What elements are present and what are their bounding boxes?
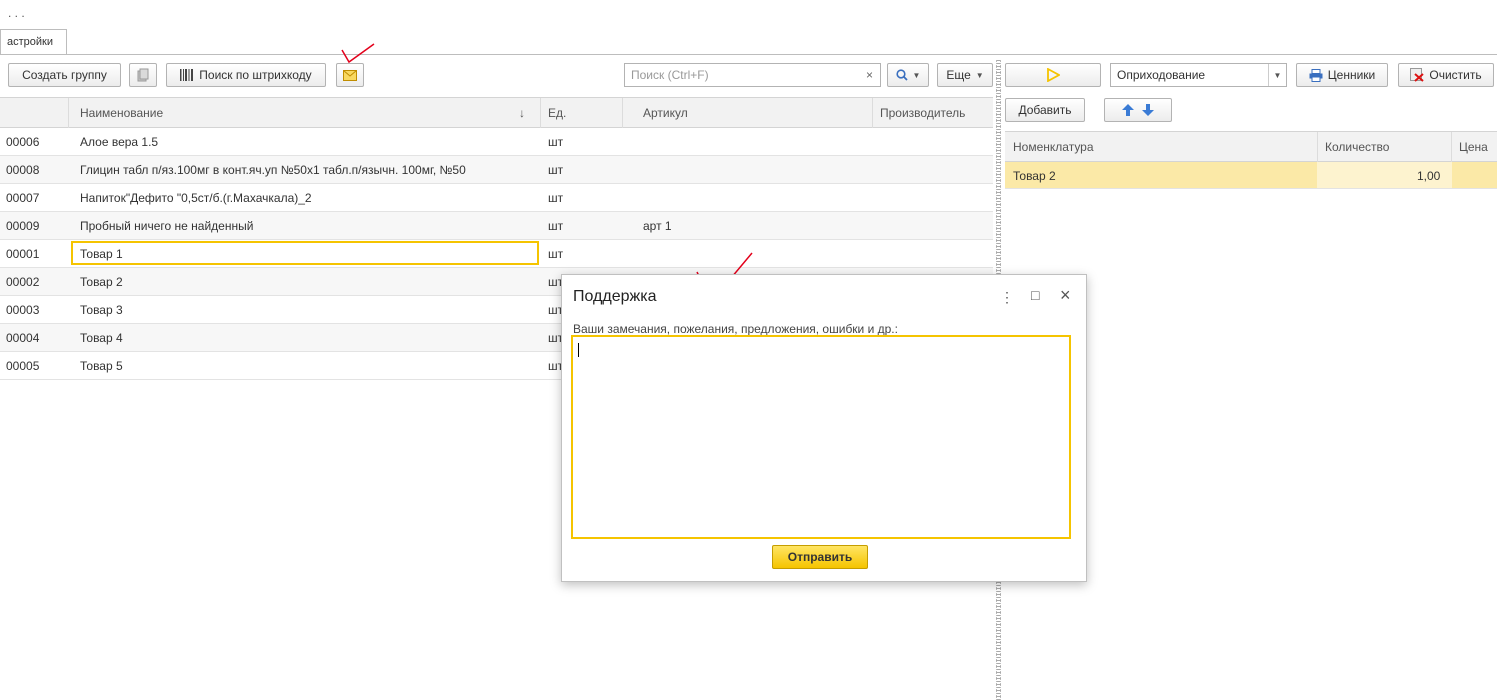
row-code: 00001 [6,247,40,261]
column-article[interactable]: Артикул [643,106,688,120]
column-manufacturer[interactable]: Производитель [880,106,965,120]
row-name: Товар 2 [80,275,123,289]
row-name: Товар 5 [80,359,123,373]
operation-select[interactable]: Оприходование ▼ [1110,63,1287,87]
price-tags-button[interactable]: Ценники [1296,63,1388,87]
dialog-title: Поддержка [573,288,657,305]
table-row[interactable]: 00007 Напиток"Дефито "0,5ст/б.(г.Махачка… [0,184,993,212]
row-code: 00007 [6,191,40,205]
row-name: Пробный ничего не найденный [80,219,254,233]
maximize-icon[interactable]: □ [1031,287,1039,303]
create-group-label: Создать группу [22,68,107,82]
row-name: Товар 4 [80,331,123,345]
row-article: арт 1 [643,219,672,233]
row-name: Товар 1 [80,247,123,261]
move-buttons [1104,98,1172,122]
barcode-search-label: Поиск по штрихкоду [199,68,312,82]
clear-icon [1410,68,1425,82]
row-unit: шт [548,191,564,205]
search-placeholder: Поиск (Ctrl+F) [631,68,709,82]
row-code: 00004 [6,331,40,345]
row-unit: шт [548,135,564,149]
text-cursor [578,343,579,357]
more-label: Еще [946,68,971,82]
row-code: 00003 [6,303,40,317]
feedback-label: Ваши замечания, пожелания, предложения, … [573,322,898,336]
row-unit: шт [548,247,564,261]
create-group-button[interactable]: Создать группу [8,63,121,87]
row-name: Напиток"Дефито "0,5ст/б.(г.Махачкала)_2 [80,191,312,205]
clear-button[interactable]: Очистить [1398,63,1494,87]
dialog-menu-icon[interactable]: ⋮ [1000,289,1014,306]
add-button[interactable]: Добавить [1005,98,1085,122]
play-icon [1047,68,1060,82]
chevron-down-icon: ▼ [975,70,984,80]
search-icon [895,69,908,81]
clear-label: Очистить [1429,68,1482,82]
feedback-textarea[interactable] [571,335,1071,539]
run-button[interactable] [1005,63,1101,87]
search-button[interactable]: ▼ [887,63,929,87]
sort-arrow-icon: ↓ [519,106,525,120]
copy-icon [137,68,149,82]
current-cell-frame[interactable] [71,241,539,265]
doc-table-row[interactable]: Товар 2 1,00 [1005,162,1497,189]
table-header: Наименование ↓ Ед. Артикул Производитель [0,97,993,128]
row-unit: шт [548,219,564,233]
row-code: 00002 [6,275,40,289]
row-item: Товар 2 [1013,169,1056,183]
arrow-up-icon[interactable] [1122,104,1134,116]
close-icon[interactable]: × [1060,285,1071,306]
add-label: Добавить [1018,103,1072,117]
column-item[interactable]: Номенклатура [1013,140,1094,154]
table-row[interactable]: 00008 Глицин табл п/яз.100мг в конт.яч.у… [0,156,993,184]
copy-button[interactable] [129,63,157,87]
row-name: Товар 3 [80,303,123,317]
row-code: 00005 [6,359,40,373]
row-code: 00008 [6,163,40,177]
row-qty: 1,00 [1417,169,1441,183]
arrow-down-icon[interactable] [1142,104,1154,116]
column-name[interactable]: Наименование [80,106,163,120]
row-unit: шт [548,163,564,177]
support-button[interactable] [336,63,364,87]
operation-value: Оприходование [1117,68,1206,82]
table-row[interactable]: 00006 Алое вера 1.5 шт [0,128,993,156]
printer-icon [1309,68,1323,82]
row-name: Глицин табл п/яз.100мг в конт.яч.уп №50х… [80,163,466,177]
barcode-search-button[interactable]: Поиск по штрихкоду [166,63,326,87]
send-button[interactable]: Отправить [772,545,868,569]
row-name: Алое вера 1.5 [80,135,159,149]
more-button[interactable]: Еще ▼ [937,63,993,87]
price-tags-label: Ценники [1327,68,1376,82]
row-code: 00009 [6,219,40,233]
tab-settings[interactable]: астройки [0,29,67,55]
tab-divider [0,54,1497,55]
envelope-icon [343,69,357,81]
row-code: 00006 [6,135,40,149]
chevron-down-icon[interactable]: ▼ [1268,64,1286,86]
barcode-icon [180,69,194,81]
support-dialog: Поддержка ⋮ □ × Ваши замечания, пожелани… [561,274,1087,582]
table-row[interactable]: 00009 Пробный ничего не найденный шт арт… [0,212,993,240]
column-price[interactable]: Цена [1459,140,1488,154]
search-input[interactable]: Поиск (Ctrl+F) × [624,63,881,87]
column-qty[interactable]: Количество [1325,140,1389,154]
doc-table-header: Номенклатура Количество Цена [1005,131,1497,162]
column-unit[interactable]: Ед. [548,106,566,120]
chevron-down-icon: ▼ [912,70,921,80]
table-row[interactable]: 00001 Товар 1 шт [0,240,993,268]
top-dots: . . . [8,6,25,20]
search-clear-icon[interactable]: × [866,68,873,82]
